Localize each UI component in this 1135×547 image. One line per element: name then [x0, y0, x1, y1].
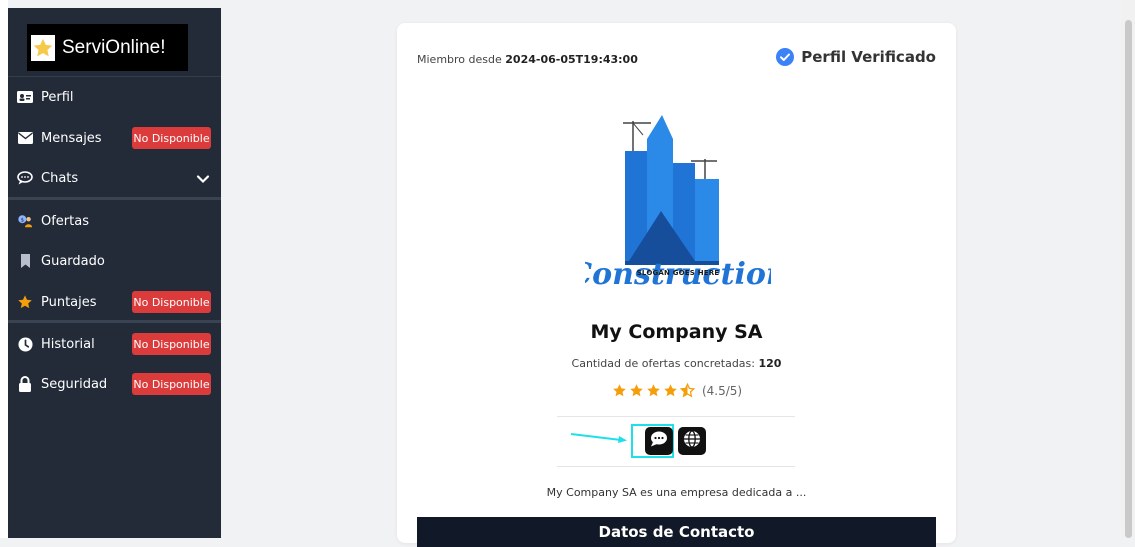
- scrollbar-thumb[interactable]: [1125, 20, 1132, 538]
- verified-badge: Perfil Verificado: [776, 48, 936, 66]
- brand-name: ServiOnline!: [62, 36, 166, 58]
- website-button[interactable]: [678, 427, 706, 455]
- clock-icon: [17, 336, 33, 352]
- chat-icon: [650, 431, 668, 451]
- star-icon: [630, 384, 643, 397]
- chevron-down-icon[interactable]: [196, 171, 210, 185]
- status-badge: No Disponible: [132, 373, 211, 395]
- profile-card: Miembro desde 2024-06-05T19:43:00 Perfil…: [397, 23, 956, 547]
- sidebar-item-seguridad[interactable]: Seguridad No Disponible: [8, 365, 221, 403]
- chat-bubble-icon: [17, 170, 33, 186]
- offers-label: Cantidad de ofertas concretadas:: [571, 357, 755, 370]
- member-since-value: 2024-06-05T19:43:00: [505, 53, 638, 66]
- arrow-annotation-icon: [570, 433, 627, 443]
- lock-icon: [17, 376, 33, 392]
- envelope-icon: [17, 130, 33, 146]
- svg-text:$: $: [21, 217, 24, 223]
- sidebar-item-label: Guardado: [41, 253, 105, 269]
- divider: [8, 320, 221, 323]
- rating: (4.5/5): [397, 383, 956, 398]
- sidebar-item-label: Seguridad: [41, 376, 108, 392]
- sidebar: ServiOnline! Perfil Mensajes No Disponib…: [8, 8, 221, 538]
- star-icon: [647, 384, 660, 397]
- status-badge: No Disponible: [132, 333, 211, 355]
- sidebar-item-chats[interactable]: Chats: [8, 159, 221, 197]
- sidebar-item-label: Perfil: [41, 89, 74, 105]
- scrollbar[interactable]: [1121, 0, 1135, 538]
- id-card-icon: [17, 89, 33, 105]
- check-circle-icon: [776, 48, 795, 66]
- sidebar-item-label: Ofertas: [41, 213, 89, 229]
- star-half-icon: [679, 383, 695, 398]
- sidebar-item-label: Mensajes: [41, 130, 102, 146]
- member-since-label: Miembro desde: [417, 53, 502, 66]
- divider: [8, 76, 221, 77]
- verified-label: Perfil Verificado: [801, 48, 936, 66]
- sidebar-item-mensajes[interactable]: Mensajes No Disponible: [8, 119, 221, 157]
- globe-icon: [683, 430, 701, 452]
- users-money-icon: $: [17, 213, 33, 229]
- offers-value: 120: [758, 357, 782, 370]
- rating-text: (4.5/5): [701, 383, 743, 398]
- logo-slogan: SLOGAN GOES HERE: [636, 269, 720, 277]
- status-badge: No Disponible: [132, 291, 211, 313]
- offers-count: Cantidad de ofertas concretadas: 120: [397, 357, 956, 370]
- company-name: My Company SA: [590, 321, 763, 343]
- divider: [557, 416, 795, 417]
- bookmark-icon: [17, 253, 33, 269]
- left-gutter: [0, 0, 8, 538]
- status-badge: No Disponible: [132, 127, 211, 149]
- sidebar-item-perfil[interactable]: Perfil: [8, 78, 221, 116]
- sidebar-item-label: Puntajes: [41, 294, 97, 310]
- sidebar-item-puntajes[interactable]: Puntajes No Disponible: [8, 283, 221, 321]
- member-since: Miembro desde 2024-06-05T19:43:00: [417, 53, 638, 66]
- contact-header: Datos de Contacto: [417, 517, 936, 547]
- brand-logo[interactable]: ServiOnline!: [27, 24, 188, 71]
- sidebar-item-label: Chats: [41, 170, 79, 186]
- chat-button[interactable]: [645, 427, 673, 455]
- company-logo: Construction: [568, 101, 788, 292]
- star-icon: [664, 384, 677, 397]
- divider: [557, 466, 795, 467]
- divider: [8, 197, 221, 200]
- company-description: My Company SA es una empresa dedicada a …: [546, 486, 807, 499]
- star-icon: [31, 34, 55, 61]
- sidebar-item-ofertas[interactable]: $ Ofertas: [8, 202, 221, 240]
- sidebar-item-guardado[interactable]: Guardado: [8, 242, 221, 280]
- star-icon: [17, 294, 33, 310]
- sidebar-item-historial[interactable]: Historial No Disponible: [8, 325, 221, 363]
- star-icon: [613, 384, 626, 397]
- sidebar-item-label: Historial: [41, 336, 95, 352]
